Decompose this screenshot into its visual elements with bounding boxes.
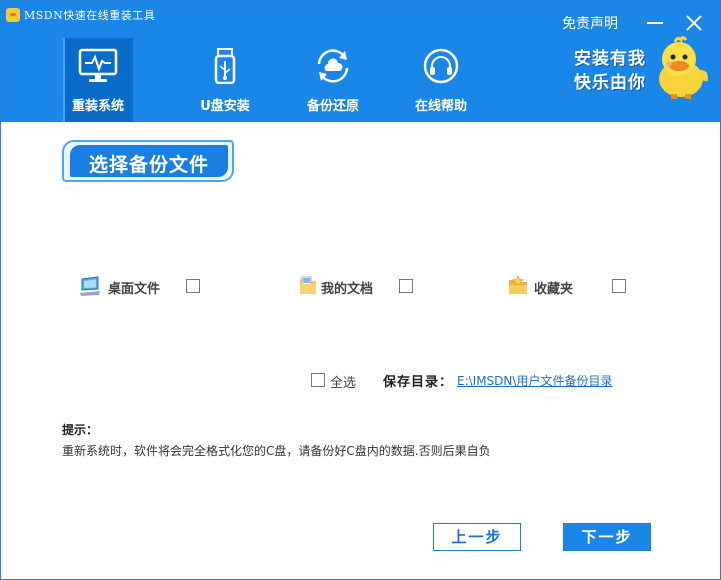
save-dir-link[interactable]: E:\IMSDN\用户文件备份目录 — [457, 372, 612, 389]
app-window: MSDN快速在线重装工具 免责声明 重装系统 U盘安装 备份还原 在线帮助 安装… — [0, 0, 721, 580]
select-all-checkbox[interactable] — [311, 373, 325, 387]
duck-mascot-icon — [659, 36, 708, 99]
select-all-label: 全选 — [330, 376, 357, 391]
option-label: 我的文档 — [321, 282, 374, 297]
favorites-checkbox[interactable] — [612, 279, 626, 293]
option-label: 桌面文件 — [108, 282, 161, 297]
minimize-button[interactable] — [643, 11, 667, 35]
document-folder-icon — [300, 276, 316, 294]
tab-usb-install[interactable]: U盘安装 — [171, 38, 279, 122]
tab-backup-restore[interactable]: 备份还原 — [279, 38, 387, 122]
favorites-folder-icon — [509, 275, 527, 294]
tip-title: 提示： — [62, 423, 99, 437]
tab-label: 在线帮助 — [414, 99, 467, 114]
option-label: 收藏夹 — [534, 282, 574, 297]
headset-icon — [423, 48, 459, 84]
prev-step-button[interactable]: 上一步 — [433, 523, 521, 551]
tab-online-help[interactable]: 在线帮助 — [387, 38, 495, 122]
usb-drive-icon — [214, 48, 236, 84]
my-documents-checkbox[interactable] — [399, 279, 413, 293]
header-bar: MSDN快速在线重装工具 免责声明 重装系统 U盘安装 备份还原 在线帮助 安装… — [1, 1, 720, 122]
section-tag: 选择备份文件 — [62, 140, 234, 182]
cloud-sync-icon — [317, 49, 349, 83]
tab-label: U盘安装 — [200, 99, 250, 114]
next-step-button[interactable]: 下一步 — [563, 523, 651, 551]
window-title: MSDN快速在线重装工具 — [24, 9, 156, 22]
main-nav: 重装系统 U盘安装 备份还原 在线帮助 — [63, 38, 495, 122]
slogan: 安装有我 快乐由你 — [574, 47, 646, 95]
section-tag-inner: 选择备份文件 — [70, 145, 228, 177]
tab-reinstall-system[interactable]: 重装系统 — [63, 38, 133, 122]
page-title: 选择备份文件 — [88, 154, 209, 176]
desktop-computer-icon — [80, 276, 100, 296]
app-logo-icon — [6, 8, 20, 22]
desktop-files-checkbox[interactable] — [186, 279, 200, 293]
tab-label: 重装系统 — [71, 99, 124, 114]
tip-text: 重新系统时，软件将会完全格式化您的C盘，请备份好C盘内的数据.否则后果自负 — [62, 444, 491, 458]
save-dir-label: 保存目录： — [383, 375, 454, 390]
slogan-line: 安装有我 — [574, 49, 646, 69]
monitor-pulse-icon — [78, 48, 118, 82]
slogan-line: 快乐由你 — [574, 73, 646, 93]
disclaimer-link[interactable]: 免责声明 — [562, 13, 618, 33]
close-button[interactable] — [682, 11, 706, 35]
tab-label: 备份还原 — [306, 99, 359, 114]
